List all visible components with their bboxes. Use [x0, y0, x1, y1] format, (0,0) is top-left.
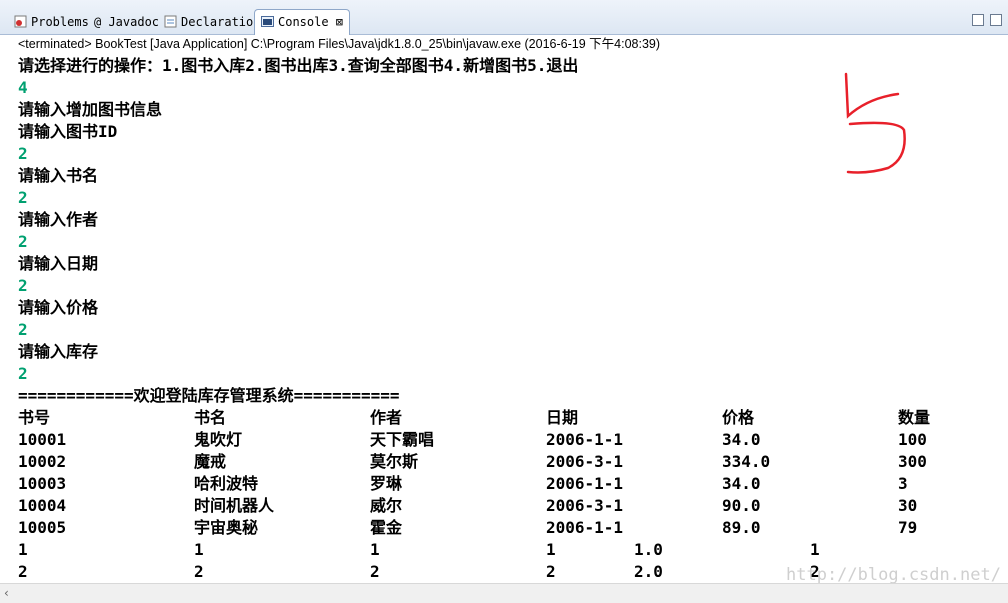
- scroll-left-icon[interactable]: ‹: [4, 586, 9, 600]
- console-input-line: 2: [18, 364, 28, 383]
- console-input-line: 2: [18, 144, 28, 163]
- console-icon: [261, 12, 274, 27]
- table-cell: 莫尔斯: [370, 452, 419, 471]
- table-cell: 宇宙奥秘: [194, 518, 259, 537]
- table-cell: 334.0: [722, 452, 771, 471]
- table-cell: 2006-1-1: [546, 518, 624, 537]
- table-cell: 威尔: [370, 496, 403, 515]
- table-cell: 10002: [18, 452, 67, 471]
- watermark: http://blog.csdn.net/: [786, 565, 1001, 585]
- table-header-cell: 书号: [18, 408, 51, 427]
- console-input-line: 2: [18, 276, 28, 295]
- table-cell: 10001: [18, 430, 67, 449]
- tab-declaration[interactable]: Declaration: [164, 10, 260, 34]
- table-cell: 10003: [18, 474, 67, 493]
- table-cell: 79: [898, 518, 918, 537]
- table-cell: 罗琳: [370, 474, 403, 493]
- console-input-line: 2: [18, 320, 28, 339]
- tab-problems[interactable]: Problems: [14, 10, 89, 34]
- tab-javadoc[interactable]: @ Javadoc: [94, 10, 159, 34]
- handwritten-annotation: [844, 72, 906, 174]
- table-cell: 1: [370, 540, 380, 559]
- table-cell: 时间机器人: [194, 496, 275, 515]
- table-cell: 鬼吹灯: [194, 430, 243, 449]
- table-header-cell: 日期: [546, 408, 579, 427]
- table-cell: 90.0: [722, 496, 761, 515]
- table-cell: 2.0: [634, 562, 663, 581]
- table-cell: 30: [898, 496, 918, 515]
- table-cell: 89.0: [722, 518, 761, 537]
- table-header-cell: 书名: [194, 408, 227, 427]
- table-cell: 10004: [18, 496, 67, 515]
- table-cell: 34.0: [722, 430, 761, 449]
- table-cell: 天下霸唱: [370, 430, 435, 449]
- console-output-line: 请输入图书ID: [18, 122, 118, 141]
- table-cell: 34.0: [722, 474, 761, 493]
- table-cell: 2: [18, 562, 28, 581]
- minimize-button[interactable]: [972, 14, 984, 26]
- console-output-line: 请输入价格: [18, 298, 99, 317]
- table-cell: 霍金: [370, 518, 403, 537]
- table-cell: 2006-3-1: [546, 496, 624, 515]
- table-cell: 1: [810, 540, 820, 559]
- declaration-icon: [164, 12, 177, 28]
- table-cell: 1: [194, 540, 204, 559]
- maximize-button[interactable]: [990, 14, 1002, 26]
- table-cell: 1: [546, 540, 556, 559]
- console-output-line: 请输入作者: [18, 210, 99, 229]
- console-status-line: <terminated> BookTest [Java Application]…: [0, 35, 1008, 53]
- console-output-line: 请选择进行的操作：1.图书入库2.图书出库3.查询全部图书4.新增图书5.退出: [18, 56, 579, 75]
- table-cell: 100: [898, 430, 927, 449]
- console-output-line: 请输入库存: [18, 342, 99, 361]
- console-input-line: 2: [18, 188, 28, 207]
- console-input-line: 2: [18, 232, 28, 251]
- console-output-line: 请输入增加图书信息: [18, 100, 163, 119]
- console-input-line: 4: [18, 78, 28, 97]
- console-output-line: 请输入日期: [18, 254, 99, 273]
- console-output-line: 请输入书名: [18, 166, 99, 185]
- table-cell: 2: [546, 562, 556, 581]
- table-cell: 2006-1-1: [546, 430, 624, 449]
- table-cell: 2006-3-1: [546, 452, 624, 471]
- tab-console[interactable]: Console ⊠: [254, 9, 351, 36]
- problems-icon: [14, 12, 27, 28]
- horizontal-scrollbar[interactable]: ‹: [0, 583, 1008, 603]
- table-cell: 3: [898, 474, 908, 493]
- view-tab-bar: Problems @ Javadoc Declaration Console ⊠: [0, 0, 1008, 36]
- table-header-cell: 数量: [898, 408, 931, 427]
- table-cell: 2: [370, 562, 380, 581]
- console-output-line: ============欢迎登陆库存管理系统===========: [18, 386, 400, 405]
- table-header-cell: 价格: [722, 408, 755, 427]
- table-cell: 300: [898, 452, 927, 471]
- table-cell: 10005: [18, 518, 67, 537]
- table-cell: 哈利波特: [194, 474, 259, 493]
- table-cell: 2: [194, 562, 204, 581]
- table-cell: 1: [18, 540, 28, 559]
- table-cell: 1.0: [634, 540, 663, 559]
- table-cell: 2006-1-1: [546, 474, 624, 493]
- table-header-cell: 作者: [370, 408, 403, 427]
- table-cell: 魔戒: [194, 452, 227, 471]
